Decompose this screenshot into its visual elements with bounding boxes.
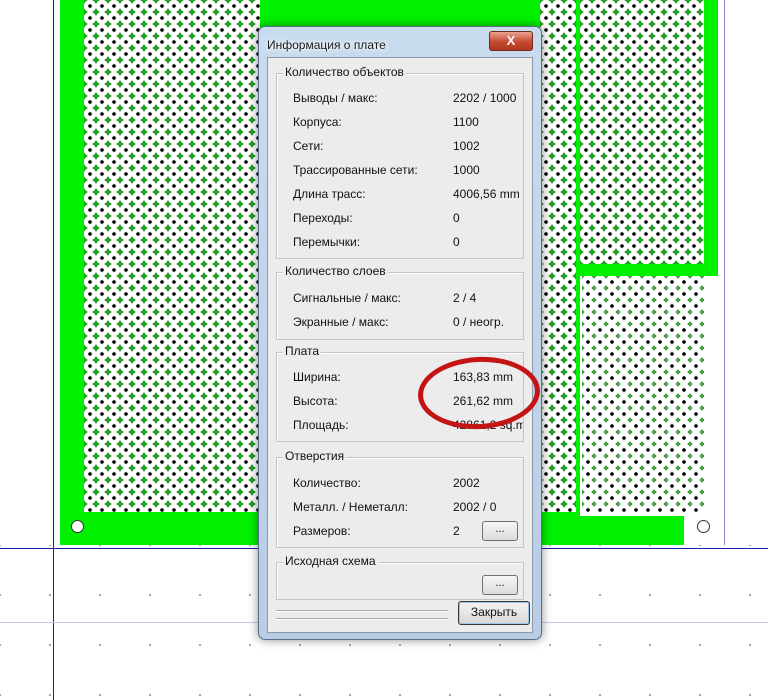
footer-separator — [276, 610, 448, 611]
group-layers-title: Количество слоев — [283, 264, 388, 278]
group-layers: Количество слоев Сигнальные / макс: 2 / … — [276, 264, 524, 340]
plane-layers-value: 0 / неогр. — [453, 315, 505, 329]
pad-array-middle — [540, 0, 576, 512]
hole-count-label: Количество: — [293, 476, 361, 490]
height-label: Высота: — [293, 394, 338, 408]
components-value: 1100 — [453, 115, 479, 129]
trace-length-label: Длина трасс: — [293, 187, 366, 201]
nets-value: 1002 — [453, 139, 480, 153]
board-edge-bottom-right — [684, 516, 768, 545]
group-holes-title: Отверстия — [283, 449, 347, 463]
pins-value: 2202 / 1000 — [453, 91, 517, 105]
vias-value: 0 — [453, 211, 460, 225]
mounting-hole-right — [697, 520, 710, 533]
pad-array-right-lower — [582, 276, 704, 512]
plated-value: 2002 / 0 — [453, 500, 497, 514]
signal-layers-value: 2 / 4 — [453, 291, 477, 305]
mounting-hole-left — [71, 520, 84, 533]
pad-array-left — [84, 0, 260, 512]
sizes-label: Размеров: — [293, 524, 351, 538]
close-button[interactable]: Закрыть — [458, 601, 530, 625]
sizes-value: 2 — [453, 524, 460, 538]
footer-separator-2 — [276, 618, 448, 619]
dialog-title: Информация о плате — [267, 38, 386, 52]
board-edge-right — [718, 0, 768, 545]
plane-layers-label: Экранные / макс: — [293, 315, 389, 329]
group-board-title: Плата — [283, 344, 322, 358]
plated-label: Металл. / Неметалл: — [293, 500, 409, 514]
title-bar[interactable]: Информация о плате X — [259, 27, 541, 57]
group-objects-title: Количество объектов — [283, 65, 406, 79]
board-info-dialog: Информация о плате X Количество объектов… — [258, 26, 542, 640]
group-source-title: Исходная схема — [283, 554, 378, 568]
routed-nets-label: Трассированные сети: — [293, 163, 418, 177]
board-outline-right — [724, 0, 725, 545]
hole-sizes-more-button[interactable]: ... — [482, 521, 518, 541]
close-icon[interactable]: X — [489, 31, 533, 51]
trace-length-value: 4006,56 mm — [453, 187, 520, 201]
components-label: Корпуса: — [293, 115, 342, 129]
nets-label: Сети: — [293, 139, 324, 153]
jumpers-label: Перемычки: — [293, 235, 361, 249]
width-label: Ширина: — [293, 370, 341, 384]
hole-count-value: 2002 — [453, 476, 480, 490]
vias-label: Переходы: — [293, 211, 353, 225]
group-source: Исходная схема ... — [276, 554, 524, 600]
group-objects: Количество объектов Выводы / макс: 2202 … — [276, 65, 524, 259]
jumpers-value: 0 — [453, 235, 460, 249]
signal-layers-label: Сигнальные / макс: — [293, 291, 401, 305]
dialog-client-area: Количество объектов Выводы / макс: 2202 … — [267, 57, 533, 633]
pad-array-right-upper — [580, 0, 704, 264]
area-label: Площадь: — [293, 418, 349, 432]
group-holes: Отверстия Количество: 2002 Металл. / Нем… — [276, 449, 524, 548]
source-schematic-more-button[interactable]: ... — [482, 575, 518, 595]
routed-nets-value: 1000 — [453, 163, 480, 177]
pins-label: Выводы / макс: — [293, 91, 378, 105]
